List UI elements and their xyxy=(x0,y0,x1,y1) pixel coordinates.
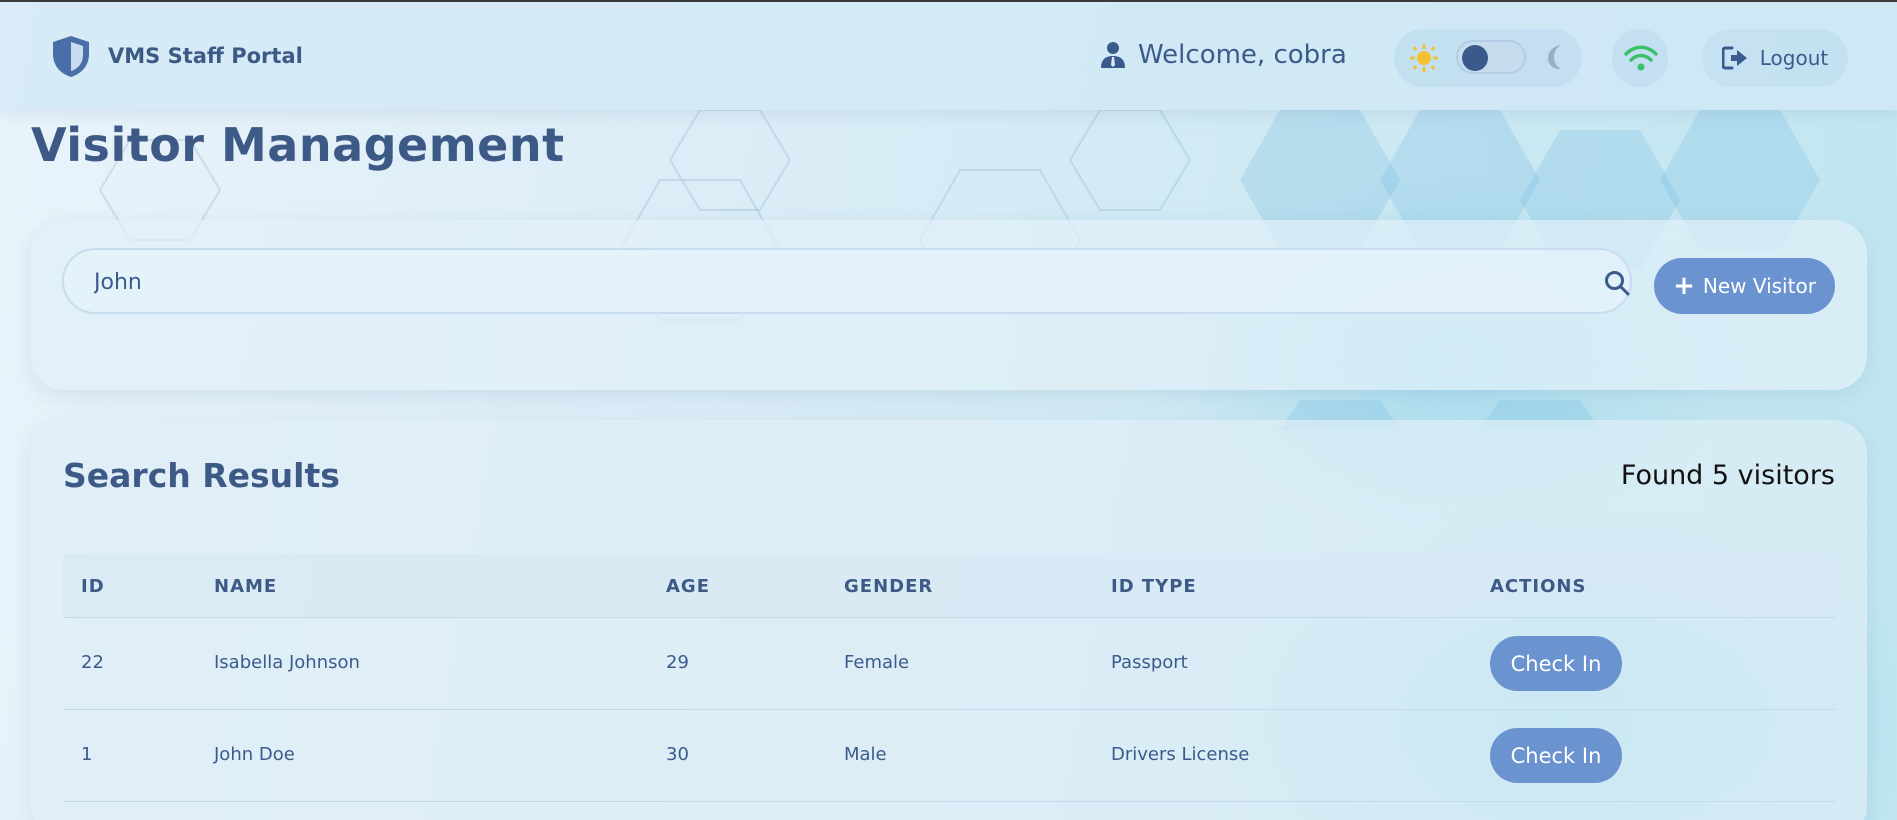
search-card: + New Visitor xyxy=(31,220,1867,390)
cell-id: 1 xyxy=(81,744,93,765)
cell-age: 29 xyxy=(666,652,689,673)
top-header: VMS Staff Portal Welcome, cobra Logout xyxy=(0,2,1897,110)
search-input[interactable] xyxy=(94,262,1534,302)
logout-icon xyxy=(1721,46,1747,70)
theme-switcher xyxy=(1394,29,1582,87)
logout-label: Logout xyxy=(1759,46,1829,70)
cell-gender: Female xyxy=(844,652,910,673)
cell-id: 22 xyxy=(81,652,104,673)
cell-id-type: Drivers License xyxy=(1111,744,1250,765)
column-header-id[interactable]: ID xyxy=(81,576,105,597)
search-box xyxy=(62,248,1632,314)
cell-id-type: Passport xyxy=(1111,652,1188,673)
cell-name: John Doe xyxy=(214,744,295,765)
column-header-actions: ACTIONS xyxy=(1490,576,1587,597)
results-count: Found 5 visitors xyxy=(1620,460,1835,491)
wifi-icon xyxy=(1624,45,1658,71)
search-icon[interactable] xyxy=(1604,270,1630,296)
cell-age: 30 xyxy=(666,744,689,765)
visitors-table: ID NAME AGE GENDER ID TYPE ACTIONS 22 Is… xyxy=(63,554,1835,802)
welcome-text: Welcome, cobra xyxy=(1138,40,1347,70)
shield-icon xyxy=(53,36,89,77)
results-card: Search Results Found 5 visitors ID NAME … xyxy=(31,420,1867,820)
cell-name: Isabella Johnson xyxy=(214,652,360,673)
page-title: Visitor Management xyxy=(31,118,565,172)
theme-toggle[interactable] xyxy=(1456,40,1526,74)
user-icon xyxy=(1101,42,1125,68)
sun-icon[interactable] xyxy=(1410,44,1438,72)
brand-name: VMS Staff Portal xyxy=(108,44,303,68)
toggle-knob xyxy=(1462,45,1488,71)
column-header-gender[interactable]: GENDER xyxy=(844,576,933,597)
plus-icon: + xyxy=(1673,271,1695,301)
column-header-id-type[interactable]: ID TYPE xyxy=(1111,576,1197,597)
check-in-button[interactable]: Check In xyxy=(1490,728,1622,783)
welcome-message: Welcome, cobra xyxy=(1100,40,1347,70)
table-header: ID NAME AGE GENDER ID TYPE ACTIONS xyxy=(63,554,1835,618)
cell-gender: Male xyxy=(844,744,887,765)
moon-icon[interactable] xyxy=(1544,43,1570,71)
check-in-button[interactable]: Check In xyxy=(1490,636,1622,691)
results-title: Search Results xyxy=(63,456,340,495)
table-row[interactable]: 1 John Doe 30 Male Drivers License Check… xyxy=(63,710,1835,802)
new-visitor-label: New Visitor xyxy=(1702,274,1816,298)
window-top-border xyxy=(0,0,1897,2)
column-header-name[interactable]: NAME xyxy=(214,576,277,597)
connection-status[interactable] xyxy=(1612,29,1668,87)
column-header-age[interactable]: AGE xyxy=(666,576,710,597)
brand[interactable]: VMS Staff Portal xyxy=(50,34,303,78)
table-row[interactable]: 22 Isabella Johnson 29 Female Passport C… xyxy=(63,618,1835,710)
new-visitor-button[interactable]: + New Visitor xyxy=(1654,258,1835,314)
logout-button[interactable]: Logout xyxy=(1702,29,1848,87)
